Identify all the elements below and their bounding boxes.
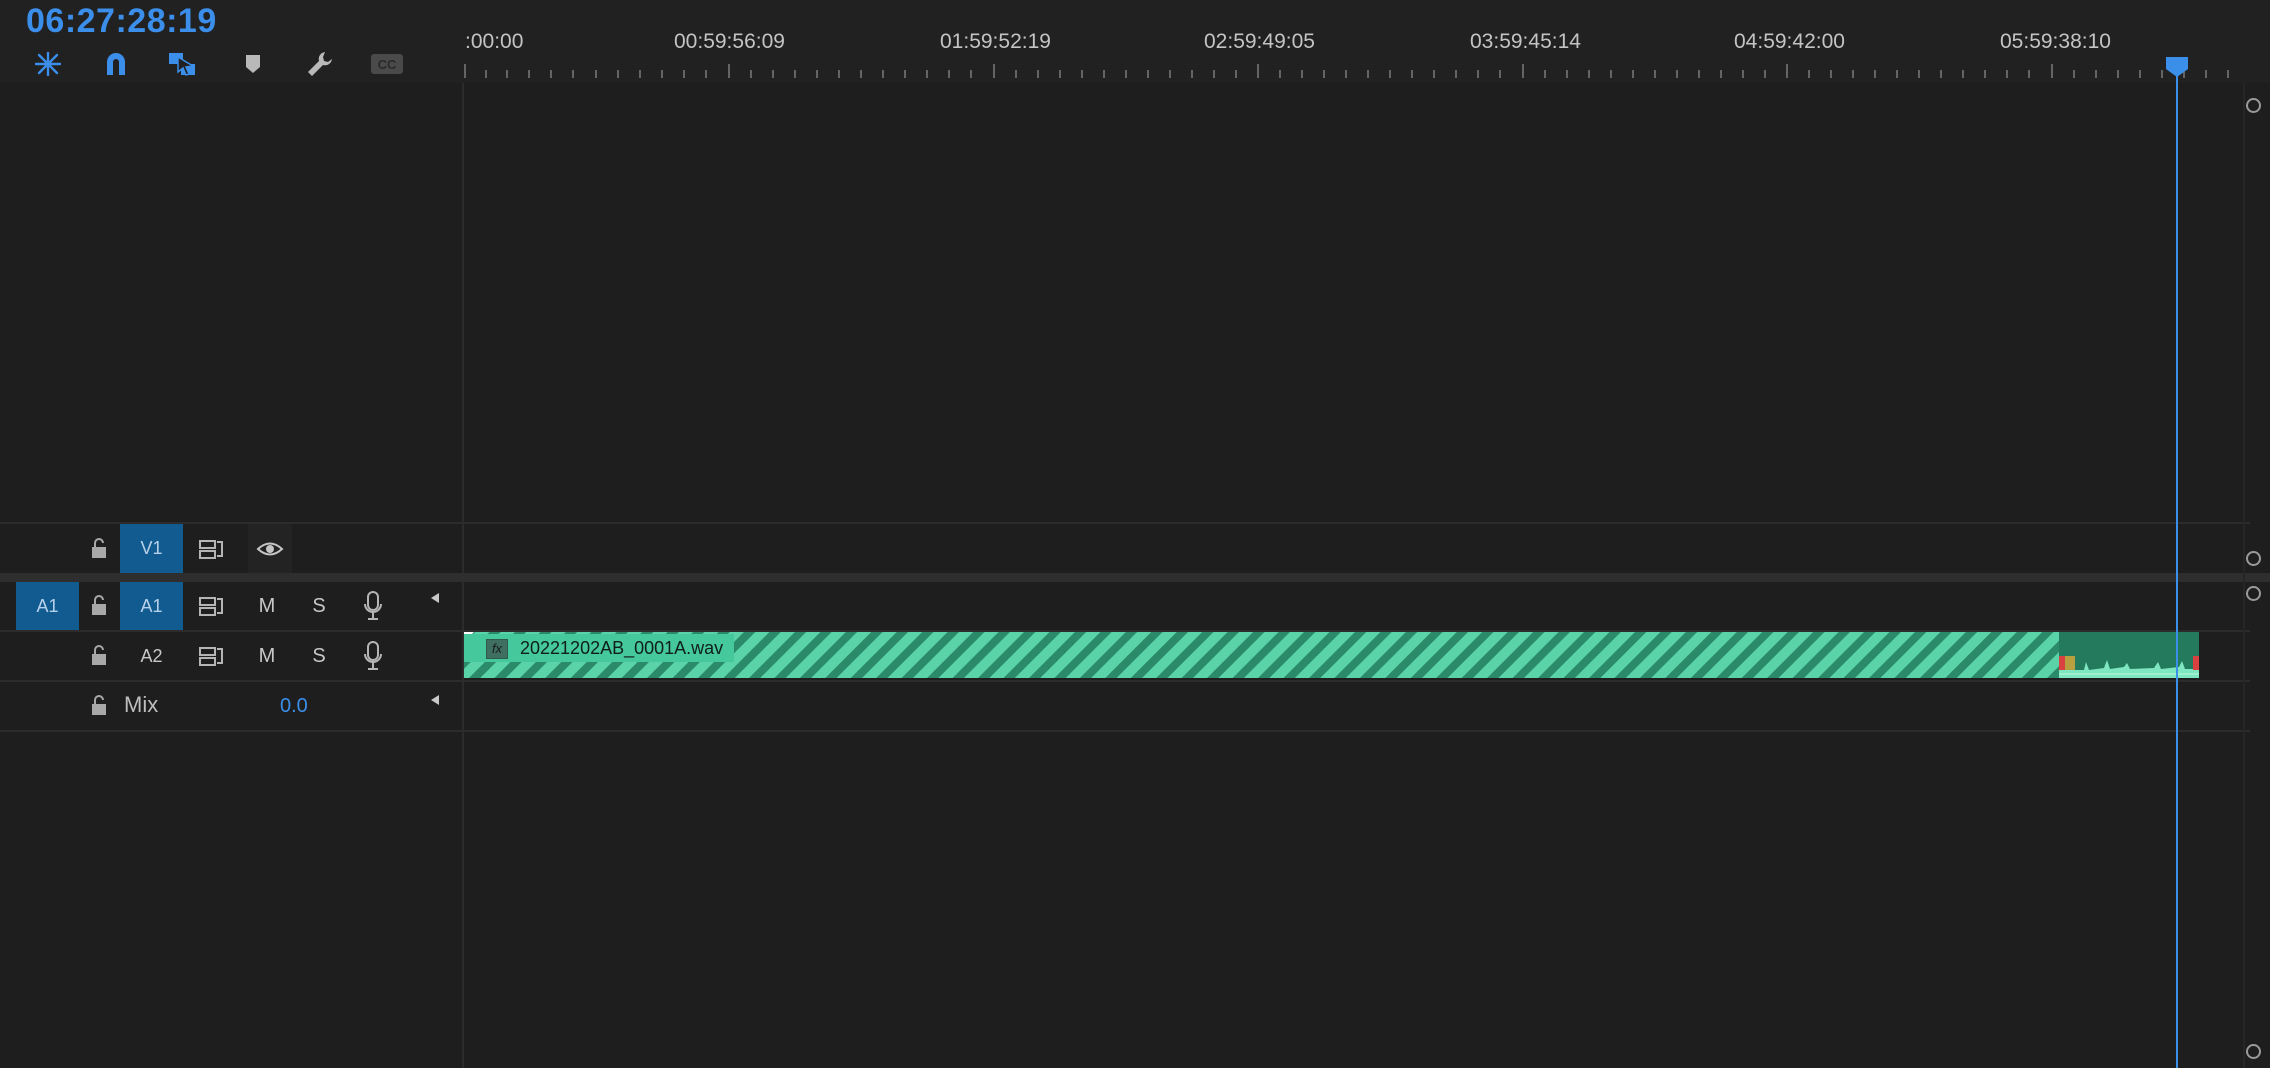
sync-lock-icon[interactable] — [196, 591, 226, 621]
playhead-line[interactable] — [2176, 60, 2178, 1068]
track-header-v1: V1 — [0, 524, 462, 573]
mute-button-a2[interactable]: M — [252, 641, 282, 671]
playhead-timecode[interactable]: 06:27:28:19 — [26, 2, 217, 41]
expand-track-triangle-icon[interactable] — [425, 690, 445, 710]
divider — [0, 730, 2250, 732]
scrollbar-track[interactable] — [2243, 83, 2245, 1068]
solo-button-a2[interactable]: S — [304, 641, 334, 671]
track-header-mix: Mix 0.0 — [0, 682, 462, 730]
track-target-a1[interactable]: A1 — [120, 582, 183, 630]
lock-icon[interactable] — [84, 534, 114, 564]
playhead-handle-icon[interactable] — [2165, 56, 2189, 78]
sync-lock-icon[interactable] — [196, 641, 226, 671]
add-marker-icon[interactable] — [233, 46, 273, 82]
vertical-scroll-knob-bottom[interactable] — [2246, 551, 2261, 566]
track-target-v1[interactable]: V1 — [120, 524, 183, 573]
vertical-scroll-knob-top[interactable] — [2246, 586, 2261, 601]
lock-icon[interactable] — [84, 641, 114, 671]
track-header-a2: A2 M S — [0, 632, 462, 680]
ruler-label: 02:59:49:05 — [1204, 30, 1315, 53]
mute-button-a1[interactable]: M — [252, 591, 282, 621]
ruler-label: :00:00 — [465, 30, 524, 53]
source-patch-a1[interactable]: A1 — [16, 582, 79, 630]
timeline-settings-wrench-icon[interactable] — [300, 46, 340, 82]
linked-selection-icon[interactable] — [163, 46, 203, 82]
lock-icon[interactable] — [84, 591, 114, 621]
lock-icon[interactable] — [84, 691, 114, 721]
fx-badge[interactable]: fx — [486, 639, 508, 659]
track-header-a1: A1 A1 M S — [0, 582, 462, 630]
snap-magnet-icon[interactable] — [96, 46, 136, 82]
expand-track-triangle-icon[interactable] — [425, 588, 445, 608]
voiceover-record-mic-icon[interactable] — [358, 640, 388, 672]
toggle-track-output-eye-icon[interactable] — [248, 524, 292, 573]
snap-to-sequence-icon[interactable] — [28, 46, 68, 82]
mix-volume-value[interactable]: 0.0 — [280, 695, 308, 718]
audio-clip[interactable]: fx 20221202AB_0001A.wav — [464, 632, 2199, 678]
solo-button-a1[interactable]: S — [304, 591, 334, 621]
voiceover-record-mic-icon[interactable] — [358, 590, 388, 622]
ruler-label: 01:59:52:19 — [940, 30, 1051, 53]
ruler-ticks — [464, 64, 2229, 78]
ruler-label: 04:59:42:00 — [1734, 30, 1845, 53]
vertical-scroll-knob-top[interactable] — [2246, 98, 2261, 113]
ruler-label: 05:59:38:10 — [2000, 30, 2111, 53]
clip-name: 20221202AB_0001A.wav — [520, 638, 724, 658]
sync-lock-icon[interactable] — [196, 534, 226, 564]
svg-text:CC: CC — [378, 57, 397, 72]
track-target-a2[interactable]: A2 — [120, 632, 183, 680]
time-ruler[interactable]: :00:00 00:59:56:09 01:59:52:19 02:59:49:… — [463, 0, 2270, 83]
video-audio-splitter[interactable] — [0, 573, 2270, 582]
captions-cc-icon[interactable]: CC — [367, 46, 407, 82]
ruler-label: 03:59:45:14 — [1470, 30, 1581, 53]
ruler-label: 00:59:56:09 — [674, 30, 785, 53]
vertical-scroll-knob-bottom[interactable] — [2246, 1044, 2261, 1059]
mix-track-label: Mix — [124, 692, 159, 717]
